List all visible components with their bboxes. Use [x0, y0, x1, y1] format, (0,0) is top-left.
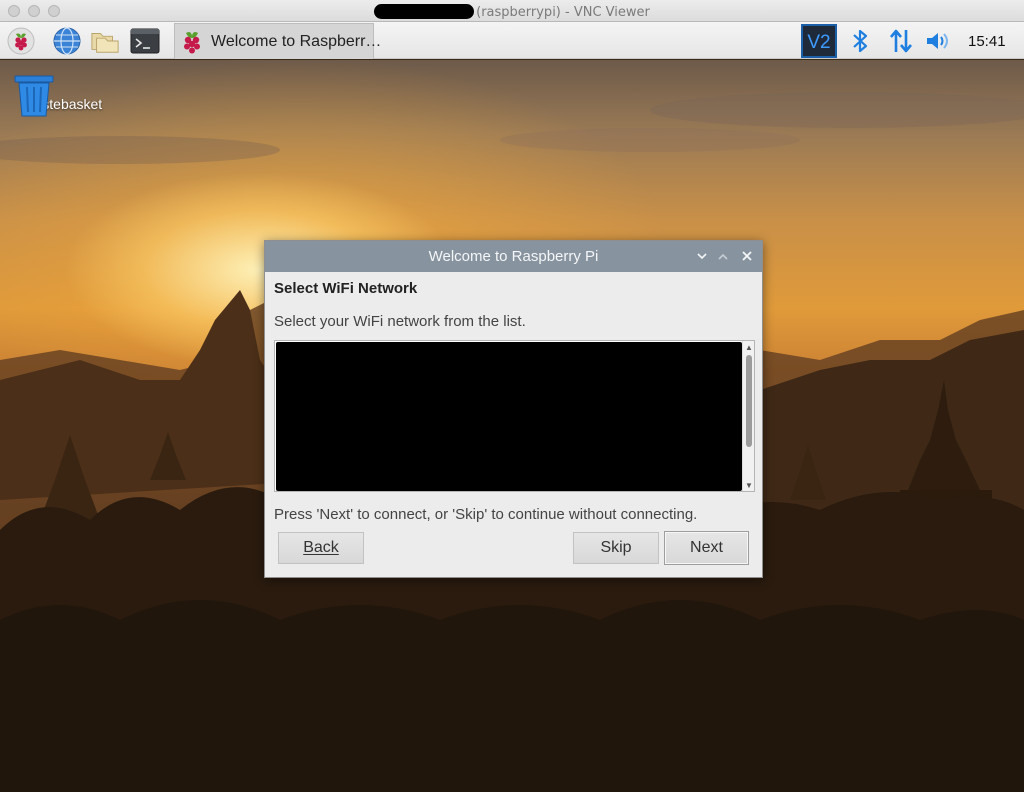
chevron-down-icon[interactable]: [695, 249, 709, 263]
network-icon[interactable]: [886, 22, 916, 59]
scroll-up-arrow-icon[interactable]: ▲: [743, 341, 755, 353]
back-button-label: Back: [303, 539, 339, 556]
welcome-dialog: Welcome to Raspberry Pi Select WiFi Netw…: [264, 240, 763, 578]
taskbar-window-welcome[interactable]: Welcome to Raspberr…: [174, 23, 381, 59]
volume-icon[interactable]: [924, 22, 952, 59]
dialog-titlebar[interactable]: Welcome to Raspberry Pi: [265, 241, 762, 272]
raspberry-icon: [179, 28, 205, 56]
scroll-down-arrow-icon[interactable]: ▼: [743, 479, 755, 491]
window-title: (raspberrypi) - VNC Viewer: [0, 4, 1024, 20]
dialog-heading: Select WiFi Network: [274, 280, 418, 297]
chevron-up-icon[interactable]: [716, 249, 730, 263]
svg-text:V2: V2: [807, 32, 830, 53]
close-icon[interactable]: [740, 249, 754, 263]
next-button[interactable]: Next: [664, 531, 749, 565]
redacted-network-list: [276, 342, 742, 491]
bluetooth-icon[interactable]: [848, 22, 872, 59]
skip-button[interactable]: Skip: [573, 532, 659, 564]
raspberry-menu-icon[interactable]: [6, 26, 36, 56]
vnc-server-icon[interactable]: V2: [800, 22, 838, 59]
network-list-scrollbar[interactable]: ▲ ▼: [742, 341, 754, 491]
file-manager-icon[interactable]: [90, 26, 120, 56]
back-button[interactable]: Back: [278, 532, 364, 564]
taskbar: Welcome to Raspberr… V2 15:41: [0, 22, 1024, 59]
dialog-hint: Press 'Next' to connect, or 'Skip' to co…: [274, 506, 698, 523]
desktop-icon-wastebasket[interactable]: Wastebasket: [12, 74, 112, 117]
wifi-network-list[interactable]: ▲ ▼: [274, 340, 755, 492]
redacted-hostname: [374, 4, 475, 19]
skip-button-label: Skip: [600, 539, 632, 556]
vnc-window-titlebar: (raspberrypi) - VNC Viewer: [0, 0, 1024, 22]
dialog-prompt: Select your WiFi network from the list.: [274, 313, 526, 330]
taskbar-window-label: Welcome to Raspberr…: [211, 32, 382, 50]
clock[interactable]: 15:41: [968, 33, 1006, 50]
web-browser-icon[interactable]: [52, 26, 82, 56]
terminal-icon[interactable]: [130, 26, 160, 56]
dialog-title: Welcome to Raspberry Pi: [428, 248, 599, 265]
scrollbar-thumb[interactable]: [746, 355, 752, 447]
next-button-label: Next: [690, 539, 723, 556]
